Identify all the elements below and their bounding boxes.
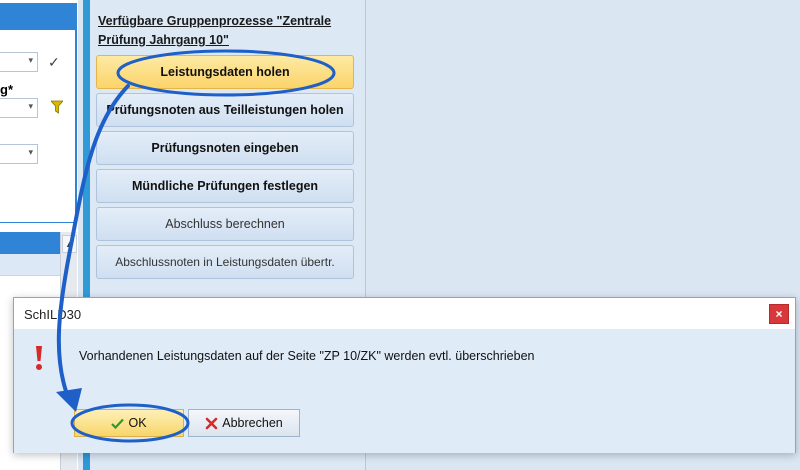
enter-exam-grades-button[interactable]: Prüfungsnoten eingeben [96,131,354,165]
combo-box-1[interactable]: ▾ [0,52,38,72]
get-performance-data-button[interactable]: Leistungsdaten holen [96,55,354,89]
combo-box-2[interactable]: ▾ [0,98,38,118]
left-panel-header [0,3,76,30]
dialog-message: Vorhandenen Leistungsdaten auf der Seite… [79,349,535,363]
cancel-label: Abbrechen [222,416,283,430]
check-icon[interactable]: ✓ [48,54,60,71]
table-row[interactable] [0,254,60,276]
filter-icon[interactable] [51,100,63,114]
left-panel-frame [75,3,77,223]
set-oral-exams-button[interactable]: Mündliche Prüfungen festlegen [96,169,354,203]
checkmark-icon [111,418,125,429]
grid-header [0,232,60,254]
chevron-down-icon[interactable]: ▾ [28,55,33,66]
dialog-title: SchILD30 [24,307,82,322]
field-label: g* [0,82,13,97]
transfer-final-grades-button[interactable]: Abschlussnoten in Leistungsdaten übertr. [96,245,354,279]
dialog-body: Vorhandenen Leistungsdaten auf der Seite… [14,329,795,453]
combo-box-3[interactable]: ▾ [0,144,38,164]
x-icon [205,417,218,429]
calculate-graduation-button[interactable]: Abschluss berechnen [96,207,354,241]
chevron-down-icon[interactable]: ▾ [28,147,33,158]
dialog-titlebar[interactable]: SchILD30 × [14,298,795,329]
close-button[interactable]: × [769,304,789,324]
cancel-button[interactable]: Abbrechen [188,409,300,437]
ok-label: OK [128,416,147,430]
get-exam-grades-from-partial-results-button[interactable]: Prüfungsnoten aus Teilleistungen holen [96,93,354,127]
chevron-down-icon[interactable]: ▾ [28,101,33,112]
confirmation-dialog: SchILD30 × Vorhandenen Leistungsdaten au… [13,297,796,453]
ok-button[interactable]: OK [74,409,184,437]
exclamation-icon [36,346,42,370]
process-panel-title: Verfügbare Gruppenprozesse "Zentrale Prü… [98,14,332,47]
scroll-up-button[interactable]: ▲ [62,235,77,253]
left-panel-divider [0,222,77,223]
